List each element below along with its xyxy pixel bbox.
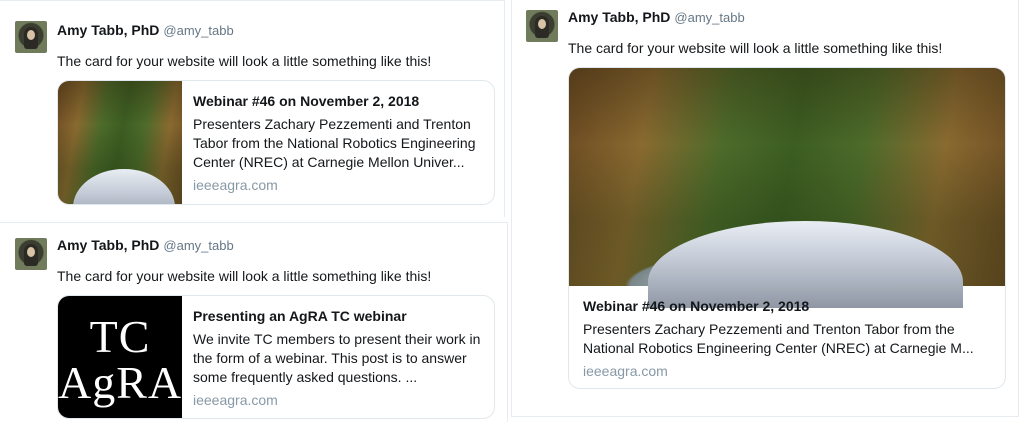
card-body: Presenting an AgRA TC webinar We invite … xyxy=(193,308,483,408)
author-display-name[interactable]: Amy Tabb, PhD xyxy=(57,22,159,38)
card-thumbnail-image xyxy=(58,81,182,204)
avatar[interactable] xyxy=(15,21,47,53)
avatar[interactable] xyxy=(15,238,47,270)
card-description: We invite TC members to present their wo… xyxy=(193,331,481,385)
tweet-text: The card for your website will look a li… xyxy=(57,268,432,284)
card-description: Presenters Zachary Pezzementi and Trento… xyxy=(193,116,476,170)
card-description: Presenters Zachary Pezzementi and Trento… xyxy=(583,321,974,356)
link-card[interactable]: Webinar #46 on November 2, 2018 Presente… xyxy=(57,80,495,205)
author-name[interactable]: Amy Tabb, PhD @amy_tabb xyxy=(568,9,745,25)
author-name[interactable]: Amy Tabb, PhD @amy_tabb xyxy=(57,22,234,38)
avatar[interactable] xyxy=(526,10,558,42)
link-card[interactable]: Webinar #46 on November 2, 2018 Presente… xyxy=(568,67,1006,389)
tweet-text: The card for your website will look a li… xyxy=(57,53,432,69)
card-domain: ieeeagra.com xyxy=(583,363,668,379)
card-title: Presenting an AgRA TC webinar xyxy=(193,308,407,324)
card-body: Webinar #46 on November 2, 2018 Presente… xyxy=(583,298,993,379)
card-title: Webinar #46 on November 2, 2018 xyxy=(193,93,420,109)
author-name[interactable]: Amy Tabb, PhD @amy_tabb xyxy=(57,237,234,253)
tweet-text: The card for your website will look a li… xyxy=(568,40,943,56)
link-card[interactable]: TC AgRA Presenting an AgRA TC webinar We… xyxy=(57,295,495,419)
tweet-preview-summary-logo: Amy Tabb, PhD @amy_tabb The card for your… xyxy=(0,222,508,422)
tc-agra-logo: TC AgRA xyxy=(58,296,183,418)
card-domain: ieeeagra.com xyxy=(193,392,278,408)
author-handle[interactable]: @amy_tabb xyxy=(163,238,233,253)
author-handle[interactable]: @amy_tabb xyxy=(674,10,744,25)
author-handle[interactable]: @amy_tabb xyxy=(163,23,233,38)
tweet-preview-large-image: Amy Tabb, PhD @amy_tabb The card for your… xyxy=(511,0,1019,417)
tweet-preview-summary: Amy Tabb, PhD @amy_tabb The card for your… xyxy=(0,0,505,217)
author-display-name[interactable]: Amy Tabb, PhD xyxy=(568,9,670,25)
logo-line-agra: AgRA xyxy=(58,357,183,408)
card-domain: ieeeagra.com xyxy=(193,177,278,193)
author-display-name[interactable]: Amy Tabb, PhD xyxy=(57,237,159,253)
card-large-image xyxy=(569,68,1005,308)
card-title: Webinar #46 on November 2, 2018 xyxy=(583,298,810,314)
card-body: Webinar #46 on November 2, 2018 Presente… xyxy=(193,93,488,193)
logo-line-tc: TC xyxy=(89,311,151,362)
